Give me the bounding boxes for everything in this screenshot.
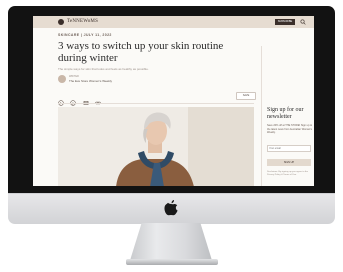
monitor-stand [129, 223, 213, 261]
hero-image [58, 107, 254, 186]
newsletter-title: Sign up for our newsletter [267, 107, 304, 120]
author-avatar[interactable] [58, 75, 66, 83]
sidebar-divider [261, 46, 262, 186]
author-role: WRITER [69, 75, 79, 78]
save-button[interactable]: SAVE [236, 92, 256, 100]
newsletter-email-input[interactable] [267, 145, 311, 152]
search-icon[interactable] [300, 19, 306, 25]
newsletter-description: Save 20% off at THE STORE! Sign up to th… [267, 124, 313, 134]
imac-computer: TeNNEWoMS SUBSCRIBE SKINCARE | JULY 11, … [0, 0, 343, 272]
site-header: TeNNEWoMS SUBSCRIBE [33, 16, 314, 28]
site-brand[interactable]: TeNNEWoMS [67, 18, 98, 26]
browser-screen: TeNNEWoMS SUBSCRIBE SKINCARE | JULY 11, … [33, 16, 314, 186]
share-bar: f p [58, 93, 103, 106]
article-eyebrow: SKINCARE | JULY 11, 2022 [58, 33, 112, 37]
logo-icon[interactable] [58, 19, 64, 25]
newsletter-signup-button[interactable]: SIGN UP [267, 159, 311, 166]
subscribe-button[interactable]: SUBSCRIBE [275, 19, 295, 25]
article-dek: The simple ways for skin that looks and … [58, 67, 149, 71]
monitor-base [126, 259, 218, 265]
author-name[interactable]: The Eve Store Women's Weekly [69, 79, 112, 83]
hero-photo-illustration [58, 107, 254, 186]
divider [58, 103, 254, 104]
newsletter-disclaimer: Disclaimer: By signing up you agree to t… [267, 171, 308, 176]
article-headline: 3 ways to switch up your skin routine du… [58, 40, 224, 64]
apple-logo-icon [164, 200, 178, 216]
